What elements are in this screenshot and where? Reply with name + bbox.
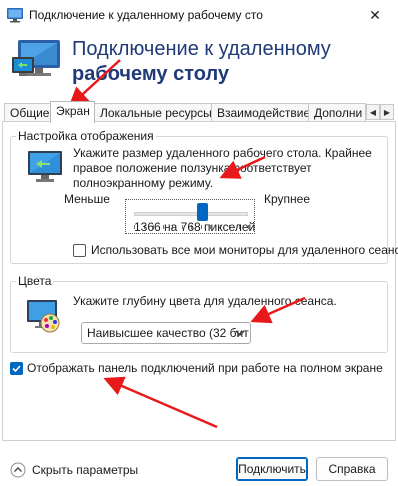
tab-general[interactable]: Общие xyxy=(4,103,51,122)
color-palette-icon xyxy=(27,300,60,333)
all-monitors-checkbox[interactable] xyxy=(73,244,86,257)
connection-bar-checkbox[interactable] xyxy=(10,362,23,375)
resolution-text: 1366 на 768 пикселей xyxy=(134,220,256,234)
slider-min-label: Меньше xyxy=(64,192,110,206)
display-settings-description: Укажите размер удаленного рабочего стола… xyxy=(73,146,372,190)
slider-max-label: Крупнее xyxy=(264,192,311,206)
colors-description: Укажите глубину цвета для удаленного сеа… xyxy=(73,294,337,308)
slider-track xyxy=(134,212,248,216)
tab-advanced[interactable]: Дополни xyxy=(308,103,366,122)
hide-options-link[interactable]: Скрыть параметры xyxy=(32,463,138,477)
display-tab-page: Настройка отображения Укажите размер уда… xyxy=(2,121,398,441)
display-monitor-icon xyxy=(28,151,62,182)
tab-display[interactable]: Экран xyxy=(50,101,95,123)
window-title: Подключение к удаленному рабочему сто xyxy=(29,8,263,22)
colors-group-title: Цвета xyxy=(16,274,54,288)
close-button[interactable]: ✕ xyxy=(352,0,398,30)
help-button[interactable]: Справка xyxy=(316,457,388,481)
connection-bar-label: Отображать панель подключений при работе… xyxy=(27,361,383,375)
color-depth-select[interactable]: Наивысшее качество (32 бит xyxy=(81,322,251,344)
remote-desktop-logo-icon xyxy=(12,40,60,76)
checkmark-icon xyxy=(12,365,21,373)
header-title-line2: рабочему столу xyxy=(72,63,230,85)
title-bar: Подключение к удаленному рабочему сто ✕ xyxy=(0,0,398,30)
header-banner: Подключение к удаленному рабочему столу xyxy=(0,30,398,96)
close-icon: ✕ xyxy=(369,6,381,23)
colors-group: Цвета Укажите глубину цвета для удаленно… xyxy=(10,274,388,353)
display-settings-group-title: Настройка отображения xyxy=(16,129,156,143)
tab-experience[interactable]: Взаимодействие xyxy=(211,103,309,122)
tab-strip: Общие Экран Локальные ресурсы Взаимодейс… xyxy=(0,101,398,123)
slider-thumb[interactable] xyxy=(196,203,208,221)
connect-button[interactable]: Подключить xyxy=(236,457,308,481)
header-title-line1: Подключение к удаленному xyxy=(72,38,331,60)
all-monitors-label: Использовать все мои мониторы для удален… xyxy=(91,243,398,257)
tab-scroll-right-button[interactable]: ▶ xyxy=(380,104,394,120)
chevron-right-icon: ▶ xyxy=(383,107,391,117)
display-settings-group: Настройка отображения Укажите размер уда… xyxy=(10,129,398,264)
tab-local-resources[interactable]: Локальные ресурсы xyxy=(94,103,212,122)
chevron-left-icon: ◀ xyxy=(369,107,377,117)
tab-scroll-left-button[interactable]: ◀ xyxy=(366,104,380,120)
color-depth-value: Наивысшее качество (32 бит xyxy=(87,326,249,340)
collapse-options-icon[interactable] xyxy=(10,462,26,478)
chevron-down-icon xyxy=(235,330,245,336)
remote-desktop-icon xyxy=(7,8,23,23)
